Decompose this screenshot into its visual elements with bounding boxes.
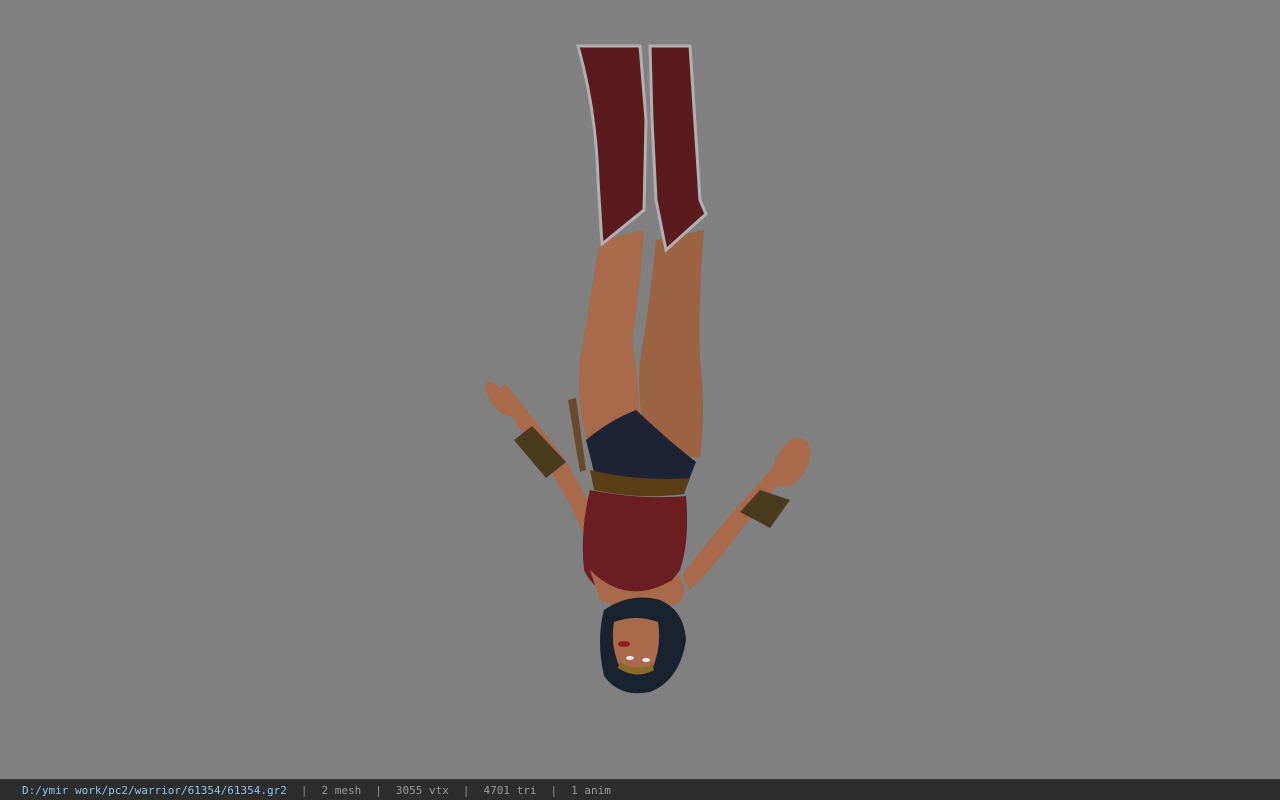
right-boot xyxy=(648,44,708,253)
lips xyxy=(618,641,630,647)
right-bracer xyxy=(740,490,790,528)
eye-left xyxy=(626,656,634,660)
3d-viewport[interactable] xyxy=(0,0,1280,779)
character-model-icon[interactable] xyxy=(0,0,1280,779)
eye-right xyxy=(642,658,650,662)
separator: | xyxy=(550,783,558,797)
file-path: D:/ymir work/pc2/warrior/61354/61354.gr2 xyxy=(22,783,287,797)
separator: | xyxy=(462,783,470,797)
left-boot xyxy=(576,44,648,247)
right-hand xyxy=(772,438,811,487)
status-bar: D:/ymir work/pc2/warrior/61354/61354.gr2… xyxy=(0,779,1280,800)
left-hand xyxy=(485,381,518,416)
separator: | xyxy=(375,783,382,797)
animation-count: 1 anim xyxy=(571,783,611,797)
mesh-count: 2 mesh xyxy=(321,783,362,797)
separator: | xyxy=(300,783,308,797)
triangle-count: 4701 tri xyxy=(483,783,537,797)
vertex-count: 3055 vtx xyxy=(395,783,449,797)
right-arm xyxy=(682,460,790,590)
